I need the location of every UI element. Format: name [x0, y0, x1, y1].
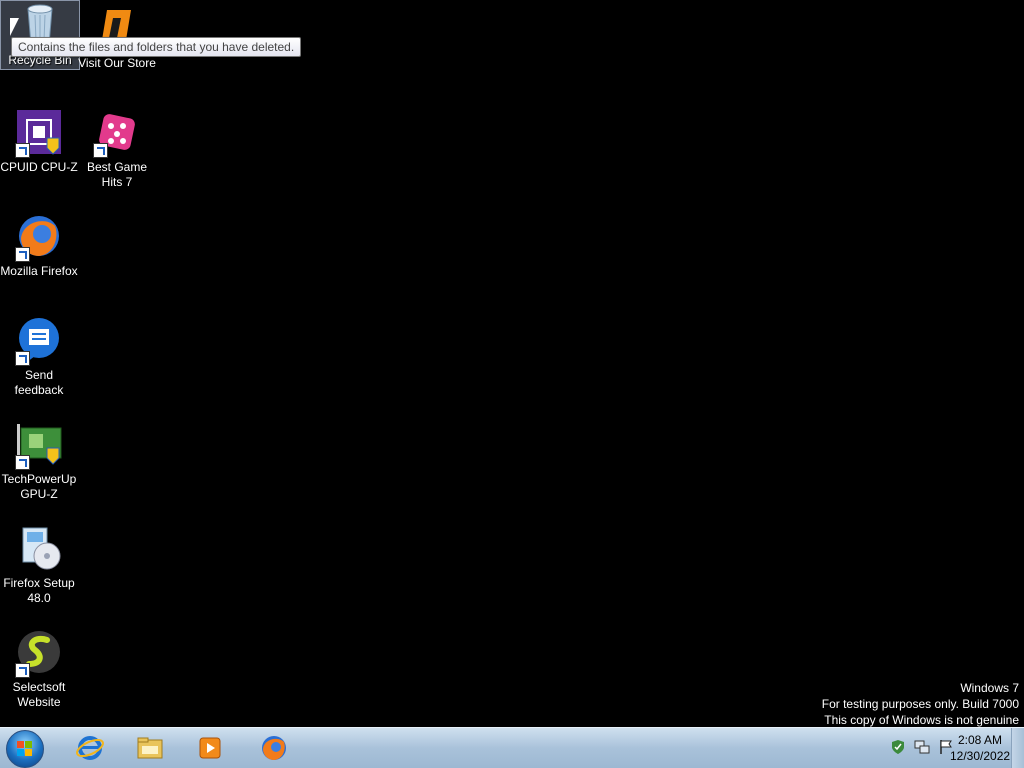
- firefox-icon: [15, 212, 63, 262]
- shortcut-arrow-icon: [15, 143, 30, 158]
- shortcut-arrow-icon: [15, 663, 30, 678]
- installer-icon: [15, 524, 63, 572]
- firefox-icon: [262, 736, 286, 760]
- gpu-z-icon: [15, 420, 63, 470]
- mouse-cursor-icon: [10, 18, 19, 36]
- taskbar-button-internet-explorer[interactable]: [62, 730, 118, 766]
- desktop-icon-cpu-z[interactable]: CPUID CPU-Z: [0, 108, 78, 175]
- recycle-bin-tooltip: Contains the files and folders that you …: [11, 37, 302, 57]
- network-icon[interactable]: [914, 739, 930, 755]
- shortcut-arrow-icon: [15, 351, 30, 366]
- selectsoft-icon: [15, 628, 63, 678]
- watermark-line-os: Windows 7: [960, 681, 1019, 695]
- clock-time: 2:08 AM: [957, 733, 1003, 747]
- clock-date: 12/30/2022: [950, 749, 1011, 763]
- cpu-z-icon: [15, 108, 63, 158]
- start-button[interactable]: [6, 730, 44, 768]
- shortcut-arrow-icon: [15, 247, 30, 262]
- desktop-icon-mozilla-firefox[interactable]: Mozilla Firefox: [0, 212, 78, 279]
- show-desktop-button[interactable]: [1011, 728, 1024, 768]
- media-player-icon: [199, 737, 221, 759]
- dice-icon: [93, 108, 141, 158]
- watermark-line-build: For testing purposes only. Build 7000: [821, 697, 1019, 711]
- desktop-icon-label: CPUID CPU-Z: [0, 160, 78, 174]
- taskbar-button-windows-explorer[interactable]: [122, 730, 178, 766]
- taskbar-clock[interactable]: 2:08 AM 12/30/2022: [950, 732, 1010, 764]
- feedback-icon: [15, 316, 63, 366]
- windows-explorer-icon: [137, 737, 163, 759]
- security-shield-icon[interactable]: [890, 739, 906, 755]
- taskbar-button-media-player[interactable]: [182, 730, 238, 766]
- desktop-icon-label: Selectsoft Website: [12, 680, 66, 709]
- watermark-line-genuine: This copy of Windows is not genuine: [824, 713, 1019, 727]
- desktop-icon-label: Send feedback: [14, 368, 64, 397]
- desktop-icon-label: Visit Our Store: [78, 56, 156, 70]
- desktop-icon-label: Firefox Setup 48.0: [3, 576, 75, 605]
- windows-watermark: Windows 7 For testing purposes only. Bui…: [822, 680, 1019, 728]
- windows-start-icon: [17, 741, 33, 757]
- internet-explorer-icon: [76, 736, 104, 760]
- desktop-icon-firefox-setup[interactable]: Firefox Setup 48.0: [0, 524, 78, 606]
- taskbar-button-firefox[interactable]: [246, 730, 302, 766]
- taskbar: 2:08 AM 12/30/2022: [0, 727, 1024, 768]
- desktop-icon-selectsoft[interactable]: Selectsoft Website: [0, 628, 78, 710]
- shortcut-arrow-icon: [15, 455, 30, 470]
- desktop-icon-best-game-hits[interactable]: Best Game Hits 7: [78, 108, 156, 190]
- desktop-icon-send-feedback[interactable]: Send feedback: [0, 316, 78, 398]
- desktop-icon-label: TechPowerUp GPU-Z: [1, 472, 77, 501]
- desktop-icon-label: Best Game Hits 7: [86, 160, 148, 189]
- desktop-icon-label: Mozilla Firefox: [0, 264, 78, 278]
- desktop-icon-gpu-z[interactable]: TechPowerUp GPU-Z: [0, 420, 78, 502]
- shortcut-arrow-icon: [93, 143, 108, 158]
